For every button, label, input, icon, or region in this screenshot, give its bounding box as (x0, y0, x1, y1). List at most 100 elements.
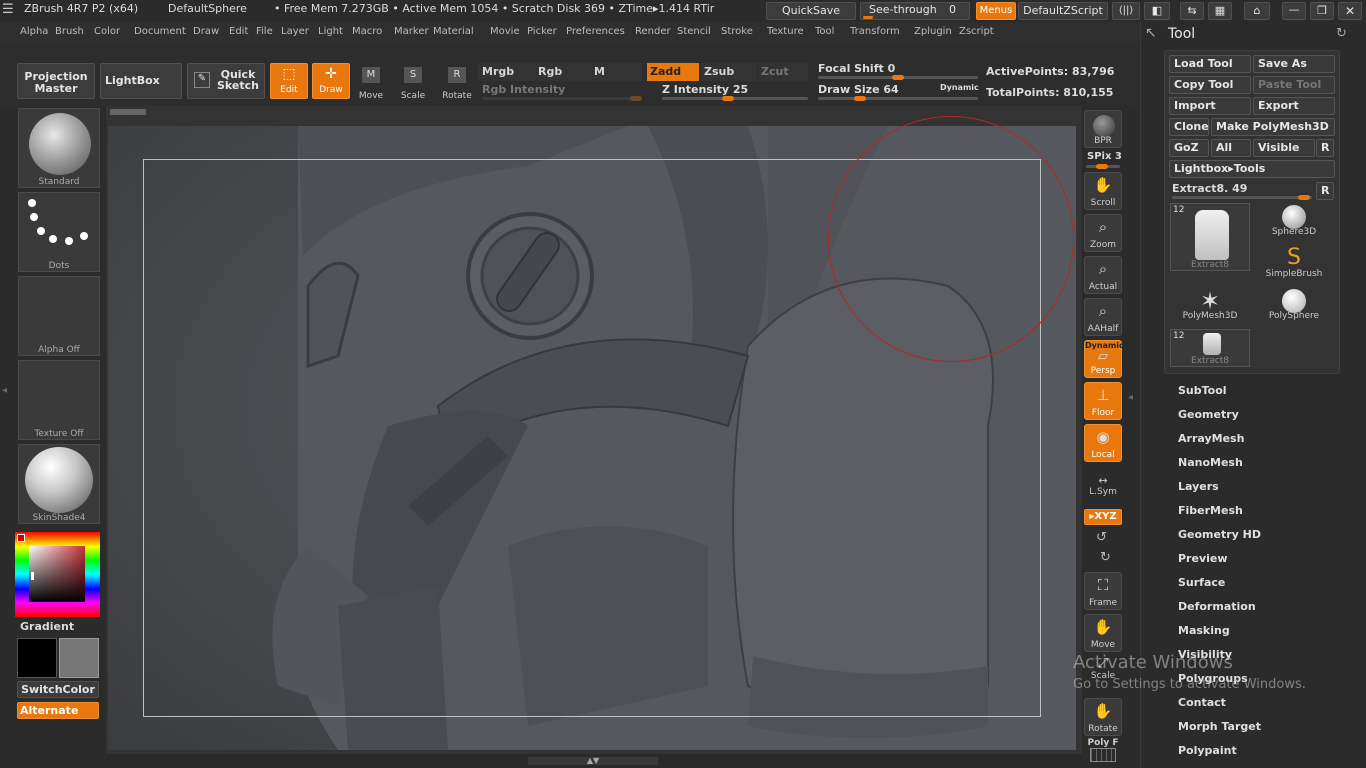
zadd-button[interactable]: Zadd (647, 63, 699, 81)
local-button[interactable]: ◉ Local (1084, 424, 1122, 462)
canvas-tab[interactable] (110, 109, 146, 115)
swap-ui-icon[interactable]: ⇆ (1180, 2, 1204, 20)
tool-palette-pin-icon[interactable]: ↖ (1145, 25, 1157, 41)
rgb-button[interactable]: Rgb (534, 63, 590, 81)
lightbox-tools-button[interactable]: Lightbox▸Tools (1169, 160, 1335, 178)
see-through-slider[interactable]: See-through 0 (860, 2, 970, 20)
section-preview[interactable]: Preview (1178, 552, 1228, 565)
make-polymesh3d-button[interactable]: Make PolyMesh3D (1211, 118, 1335, 136)
menu-color[interactable]: Color (94, 26, 120, 37)
main-color-swatch[interactable] (17, 638, 57, 678)
xyz-button[interactable]: ▸XYZ (1084, 509, 1122, 525)
menu-picker[interactable]: Picker (527, 26, 557, 37)
move-button[interactable]: M Move (356, 65, 386, 101)
section-nanomesh[interactable]: NanoMesh (1178, 456, 1243, 469)
alternate-button[interactable]: Alternate (17, 702, 99, 719)
zsub-button[interactable]: Zsub (701, 63, 757, 81)
texture-slot[interactable]: Texture Off (18, 360, 100, 440)
canvas-document[interactable] (106, 106, 1082, 754)
actual-button[interactable]: ⌕ Actual (1084, 256, 1122, 294)
menu-stroke[interactable]: Stroke (721, 26, 753, 37)
left-tray-arrow-icon[interactable]: ◂ (2, 385, 7, 396)
tool-polysphere[interactable]: PolySphere (1254, 287, 1334, 355)
section-fibermesh[interactable]: FiberMesh (1178, 504, 1243, 517)
layout-icon[interactable]: ▦ (1208, 2, 1232, 20)
rotate-z-icon[interactable]: ↻ (1100, 550, 1111, 565)
layout-toggle-icon[interactable]: ⟨||⟩ (1112, 2, 1140, 20)
rotate-view-button[interactable]: ✋ Rotate (1084, 698, 1122, 736)
menus-button[interactable]: Menus (976, 2, 1016, 20)
goz-r-button[interactable]: R (1316, 139, 1334, 157)
rgb-intensity-knob[interactable] (630, 96, 642, 101)
material-slot[interactable]: SkinShade4 (18, 444, 100, 524)
section-deformation[interactable]: Deformation (1178, 600, 1256, 613)
paste-tool-button[interactable]: Paste Tool (1253, 76, 1335, 94)
menu-brush[interactable]: Brush (55, 26, 84, 37)
brush-slot[interactable]: Standard (18, 108, 100, 188)
move-view-button[interactable]: ✋ Move (1084, 614, 1122, 652)
draw-size-slider[interactable] (818, 97, 978, 100)
floor-button[interactable]: ⊥ Floor (1084, 382, 1122, 420)
dynamic-toggle[interactable]: Dynamic (940, 83, 979, 92)
persp-button[interactable]: Dynamic ▱ Persp (1084, 340, 1124, 378)
section-subtool[interactable]: SubTool (1178, 384, 1227, 397)
tool-select-knob[interactable] (1298, 195, 1310, 200)
rotate-button[interactable]: R Rotate (440, 65, 474, 101)
maximize-icon[interactable]: ❐ (1310, 2, 1334, 20)
lock-icon[interactable]: ⌂ (1244, 2, 1270, 20)
alpha-slot[interactable]: Alpha Off (18, 276, 100, 356)
goz-visible-button[interactable]: Visible (1253, 139, 1315, 157)
draw-size-knob[interactable] (854, 96, 866, 101)
section-layers[interactable]: Layers (1178, 480, 1219, 493)
color-square[interactable] (29, 546, 85, 602)
rgb-intensity-slider[interactable] (482, 97, 642, 100)
menu-macro[interactable]: Macro (352, 26, 382, 37)
quick-sketch-button[interactable]: ✎ Quick Sketch (187, 63, 265, 99)
polyf-button[interactable]: Poly F (1084, 738, 1122, 768)
menu-material[interactable]: Material (433, 26, 474, 37)
scale-button[interactable]: S Scale (398, 65, 428, 101)
z-intensity-slider[interactable] (662, 97, 808, 100)
menu-texture[interactable]: Texture (767, 26, 804, 37)
section-arraymesh[interactable]: ArrayMesh (1178, 432, 1244, 445)
load-tool-button[interactable]: Load Tool (1169, 55, 1251, 73)
section-geometry[interactable]: Geometry (1178, 408, 1239, 421)
goz-all-button[interactable]: All (1211, 139, 1251, 157)
goz-button[interactable]: GoZ (1169, 139, 1209, 157)
menu-alpha[interactable]: Alpha (20, 26, 48, 37)
menu-preferences[interactable]: Preferences (566, 26, 625, 37)
menu-draw[interactable]: Draw (193, 26, 219, 37)
menu-layer[interactable]: Layer (281, 26, 309, 37)
hide-ui-icon[interactable]: ◧ (1144, 2, 1170, 20)
menu-transform[interactable]: Transform (850, 26, 900, 37)
tool-slider-r-button[interactable]: R (1316, 182, 1334, 200)
menu-tool[interactable]: Tool (815, 26, 834, 37)
right-tray-arrow-icon[interactable]: ◂ (1128, 392, 1133, 403)
zcut-button[interactable]: Zcut (758, 63, 808, 81)
minimize-icon[interactable]: — (1282, 2, 1306, 20)
close-icon[interactable]: ✕ (1338, 2, 1362, 20)
menu-zscript[interactable]: Zscript (959, 26, 994, 37)
section-contact[interactable]: Contact (1178, 696, 1226, 709)
quicksave-button[interactable]: QuickSave (766, 2, 856, 20)
tool-extract8-large[interactable]: 12 Extract8 (1170, 203, 1250, 271)
save-as-button[interactable]: Save As (1253, 55, 1335, 73)
copy-tool-button[interactable]: Copy Tool (1169, 76, 1251, 94)
switchcolor-button[interactable]: SwitchColor (17, 681, 99, 698)
tool-extract8-small[interactable]: 12 Extract8 (1170, 329, 1250, 367)
zoom-button[interactable]: ⌕ Zoom (1084, 214, 1122, 252)
frame-button[interactable]: ⛶ Frame (1084, 572, 1122, 610)
section-masking[interactable]: Masking (1178, 624, 1230, 637)
section-polypaint[interactable]: Polypaint (1178, 744, 1237, 757)
z-intensity-knob[interactable] (722, 96, 734, 101)
section-geometry-hd[interactable]: Geometry HD (1178, 528, 1261, 541)
lsym-button[interactable]: ↔ L.Sym (1084, 474, 1122, 504)
stroke-slot[interactable]: Dots (18, 192, 100, 272)
clone-button[interactable]: Clone (1169, 118, 1209, 136)
edit-button[interactable]: ⬚ Edit (270, 63, 308, 99)
menu-document[interactable]: Document (134, 26, 186, 37)
import-button[interactable]: Import (1169, 97, 1251, 115)
m-button[interactable]: M (590, 63, 642, 81)
menu-edit[interactable]: Edit (229, 26, 248, 37)
export-button[interactable]: Export (1253, 97, 1335, 115)
